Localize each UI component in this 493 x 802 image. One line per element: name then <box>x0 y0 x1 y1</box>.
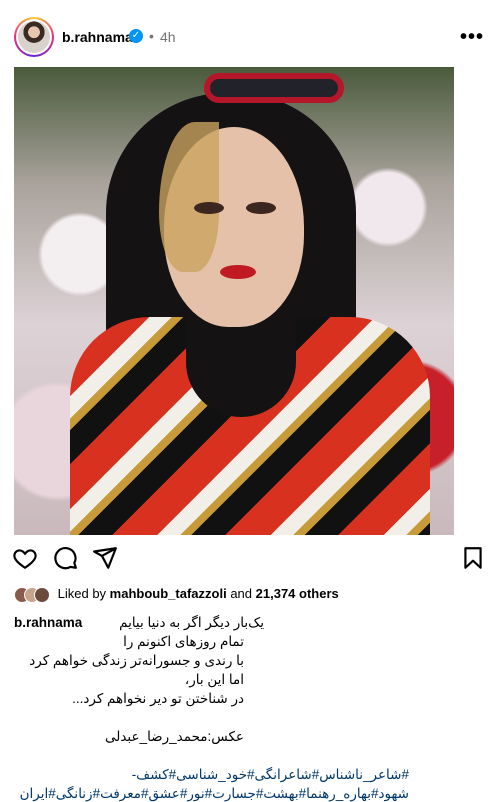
verified-badge-icon: ✓ <box>129 29 143 43</box>
photo-credit: عکس:محمد_رضا_عبدلی <box>104 729 244 744</box>
post-caption: b.rahnama یک‌بار دیگر اگر به دنیا بیایم … <box>14 613 479 802</box>
post-actions <box>0 545 493 575</box>
likes-summary: Liked by mahboub_tafazzoli and 21,374 ot… <box>14 586 339 606</box>
caption-line: اما این بار، <box>184 672 244 687</box>
post-username[interactable]: b.rahnama <box>62 29 133 45</box>
send-icon[interactable] <box>92 545 118 571</box>
liked-by-prefix: Liked by <box>57 586 107 601</box>
liker-avatars <box>14 586 50 603</box>
caption-line: در شناختن تو دیر نخواهم کرد... <box>72 691 244 706</box>
separator-dot: • <box>149 28 154 44</box>
more-options-icon[interactable]: ••• <box>460 26 484 49</box>
comment-icon[interactable] <box>52 545 78 571</box>
hashtags-line[interactable]: #شاعر_ناشناس#شاعرانگی#خود_شناسی#کشف- <box>14 765 409 784</box>
heart-icon[interactable] <box>12 545 38 571</box>
caption-line: یک‌بار دیگر اگر به دنیا بیایم <box>119 615 264 630</box>
avatar-image <box>18 21 50 53</box>
hashtags-line[interactable]: شهود#بهاره_رهنما#بهشت#جسارت#نور#عشق#معرف… <box>14 784 409 802</box>
profile-avatar[interactable] <box>14 17 54 57</box>
caption-line: با رندی و جسورانه‌تر زندگی خواهم کرد <box>29 653 244 668</box>
bookmark-icon[interactable] <box>460 545 486 571</box>
caption-line: تمام روزهای اکنونم را <box>123 634 244 649</box>
post-header: b.rahnama ✓ • 4h ••• <box>0 16 493 60</box>
liker-avatar <box>34 586 50 603</box>
liked-by-user[interactable]: mahboub_tafazzoli <box>110 586 227 601</box>
post-photo[interactable] <box>14 67 454 535</box>
likes-count[interactable]: 21,374 others <box>256 586 339 601</box>
liked-by-and: and <box>230 586 253 601</box>
post-time[interactable]: 4h <box>160 29 176 45</box>
